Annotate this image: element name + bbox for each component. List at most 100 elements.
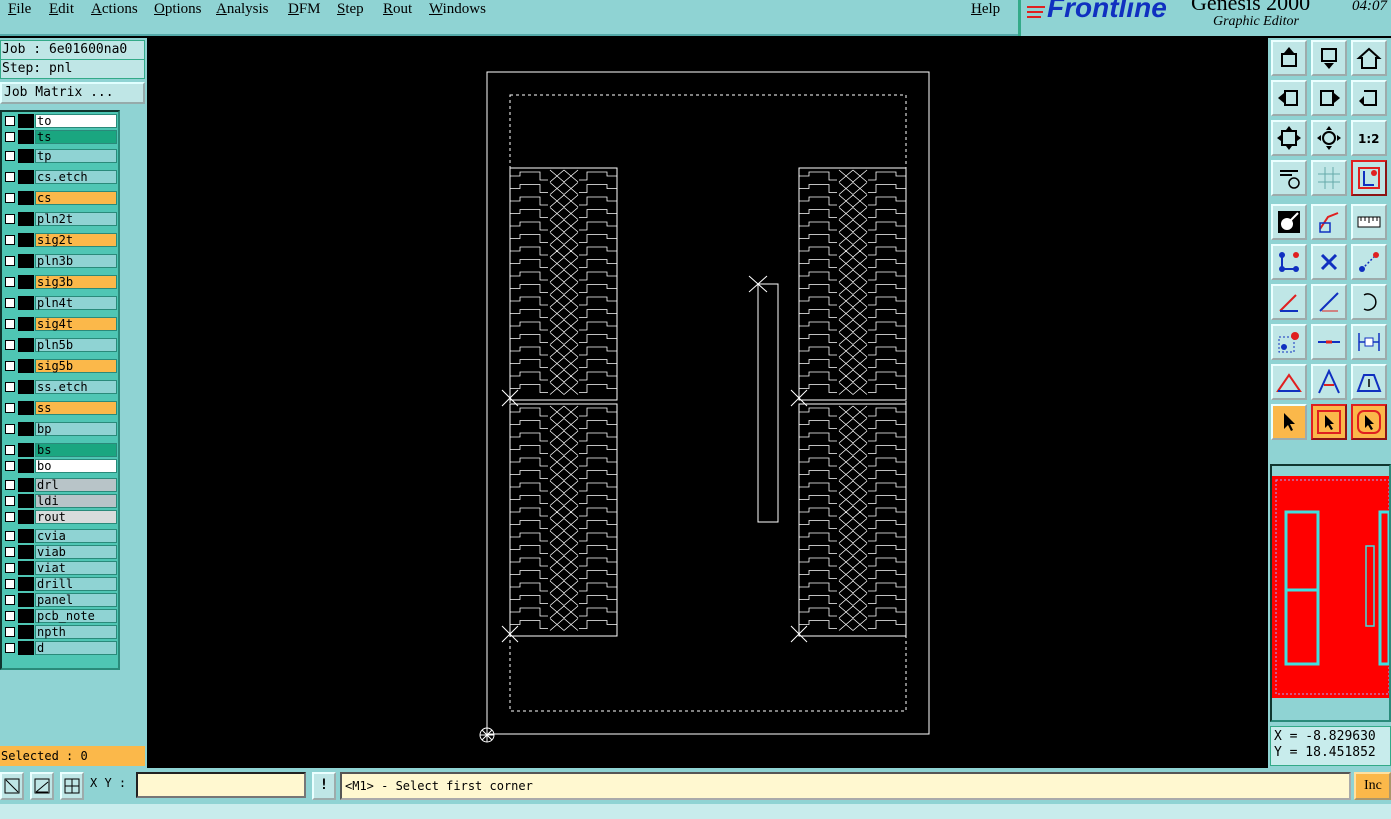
connect-nodes-button[interactable] [1271,244,1307,280]
layer-affected-marker[interactable] [18,641,34,655]
layer-row[interactable]: pcb_note [2,609,120,623]
select-feature-button[interactable] [1271,204,1307,240]
layer-checkbox[interactable] [5,235,15,245]
layer-checkbox[interactable] [5,256,15,266]
dimension-button[interactable] [1351,324,1387,360]
layer-affected-marker[interactable] [18,401,34,415]
layer-affected-marker[interactable] [18,170,34,184]
layer-row[interactable]: sig4t [2,317,120,331]
layer-checkbox[interactable] [5,579,15,589]
layer-affected-marker[interactable] [18,510,34,524]
pan-right-button[interactable] [1311,80,1347,116]
increment-button[interactable]: Inc [1354,772,1391,800]
pointer-button[interactable] [1271,404,1307,440]
snap-mode-button[interactable] [0,772,24,800]
scale-1to2-button[interactable]: 1:2 [1351,120,1387,156]
move-point-button[interactable] [1351,244,1387,280]
layer-affected-marker[interactable] [18,130,34,144]
layer-affected-marker[interactable] [18,380,34,394]
layer-checkbox[interactable] [5,214,15,224]
menu-actions[interactable]: Actions [91,0,138,18]
layer-checkbox[interactable] [5,563,15,573]
layer-affected-marker[interactable] [18,275,34,289]
layer-row[interactable]: sig5b [2,359,120,373]
layer-row[interactable]: tp [2,149,120,163]
arc-button[interactable] [1351,284,1387,320]
angle-mode-button[interactable] [30,772,54,800]
layer-checkbox[interactable] [5,643,15,653]
xy-input[interactable] [136,772,306,798]
layer-row[interactable]: npth [2,625,120,639]
layer-affected-marker[interactable] [18,478,34,492]
layer-row[interactable]: cs [2,191,120,205]
layer-affected-marker[interactable] [18,459,34,473]
layer-affected-marker[interactable] [18,338,34,352]
layer-checkbox[interactable] [5,193,15,203]
layer-affected-marker[interactable] [18,609,34,623]
layer-row[interactable]: sig3b [2,275,120,289]
apply-xy-button[interactable]: ! [312,772,336,800]
layer-row[interactable]: rout [2,510,120,524]
snap-button[interactable] [1351,160,1387,196]
layer-affected-marker[interactable] [18,422,34,436]
layer-row[interactable]: sig2t [2,233,120,247]
layer-checkbox[interactable] [5,611,15,621]
layer-affected-marker[interactable] [18,254,34,268]
layer-affected-marker[interactable] [18,593,34,607]
layer-row[interactable]: ldi [2,494,120,508]
layer-checkbox[interactable] [5,445,15,455]
graphic-canvas[interactable] [147,38,1267,768]
layer-row[interactable]: drill [2,577,120,591]
overview-map[interactable] [1270,464,1391,722]
layer-affected-marker[interactable] [18,545,34,559]
layer-row[interactable]: drl [2,478,120,492]
polygon-edit-button[interactable] [1311,364,1347,400]
layer-row[interactable]: bo [2,459,120,473]
polygon-add-button[interactable] [1271,364,1307,400]
menu-file[interactable]: File [8,0,31,18]
layer-checkbox[interactable] [5,480,15,490]
layer-checkbox[interactable] [5,403,15,413]
menu-windows[interactable]: Windows [429,0,486,18]
menu-dfm[interactable]: DFM [288,0,321,18]
delete-feature-button[interactable] [1311,244,1347,280]
zoom-up-button[interactable] [1271,40,1307,76]
pan-left-button[interactable] [1271,80,1307,116]
zoom-center-button[interactable] [1311,120,1347,156]
layer-row[interactable]: ss.etch [2,380,120,394]
layer-affected-marker[interactable] [18,561,34,575]
menu-analysis[interactable]: Analysis [216,0,269,18]
layer-row[interactable]: pln2t [2,212,120,226]
layer-checkbox[interactable] [5,361,15,371]
layer-row[interactable]: bp [2,422,120,436]
layer-checkbox[interactable] [5,531,15,541]
pan-down-button[interactable] [1311,40,1347,76]
layer-checkbox[interactable] [5,340,15,350]
zoom-fit-button[interactable] [1271,120,1307,156]
layer-affected-marker[interactable] [18,149,34,163]
layer-affected-marker[interactable] [18,443,34,457]
layer-affected-marker[interactable] [18,359,34,373]
menu-help[interactable]: Help [971,0,1000,18]
layer-checkbox[interactable] [5,116,15,126]
layer-affected-marker[interactable] [18,529,34,543]
job-matrix-button[interactable]: Job Matrix ... [0,82,145,104]
layer-affected-marker[interactable] [18,212,34,226]
layer-row[interactable]: cvia [2,529,120,543]
segment-button[interactable] [1311,324,1347,360]
rectangle-select-button[interactable] [1311,204,1347,240]
menu-rout[interactable]: Rout [383,0,412,18]
layer-affected-marker[interactable] [18,625,34,639]
layer-checkbox[interactable] [5,595,15,605]
layer-checkbox[interactable] [5,298,15,308]
pointer-box-button[interactable] [1311,404,1347,440]
layer-affected-marker[interactable] [18,317,34,331]
layer-checkbox[interactable] [5,496,15,506]
layer-row[interactable]: ts [2,130,120,144]
layer-affected-marker[interactable] [18,191,34,205]
layer-checkbox[interactable] [5,512,15,522]
draw-line-button[interactable] [1311,284,1347,320]
layer-row[interactable]: viat [2,561,120,575]
layer-checkbox[interactable] [5,132,15,142]
layer-row[interactable]: pln5b [2,338,120,352]
